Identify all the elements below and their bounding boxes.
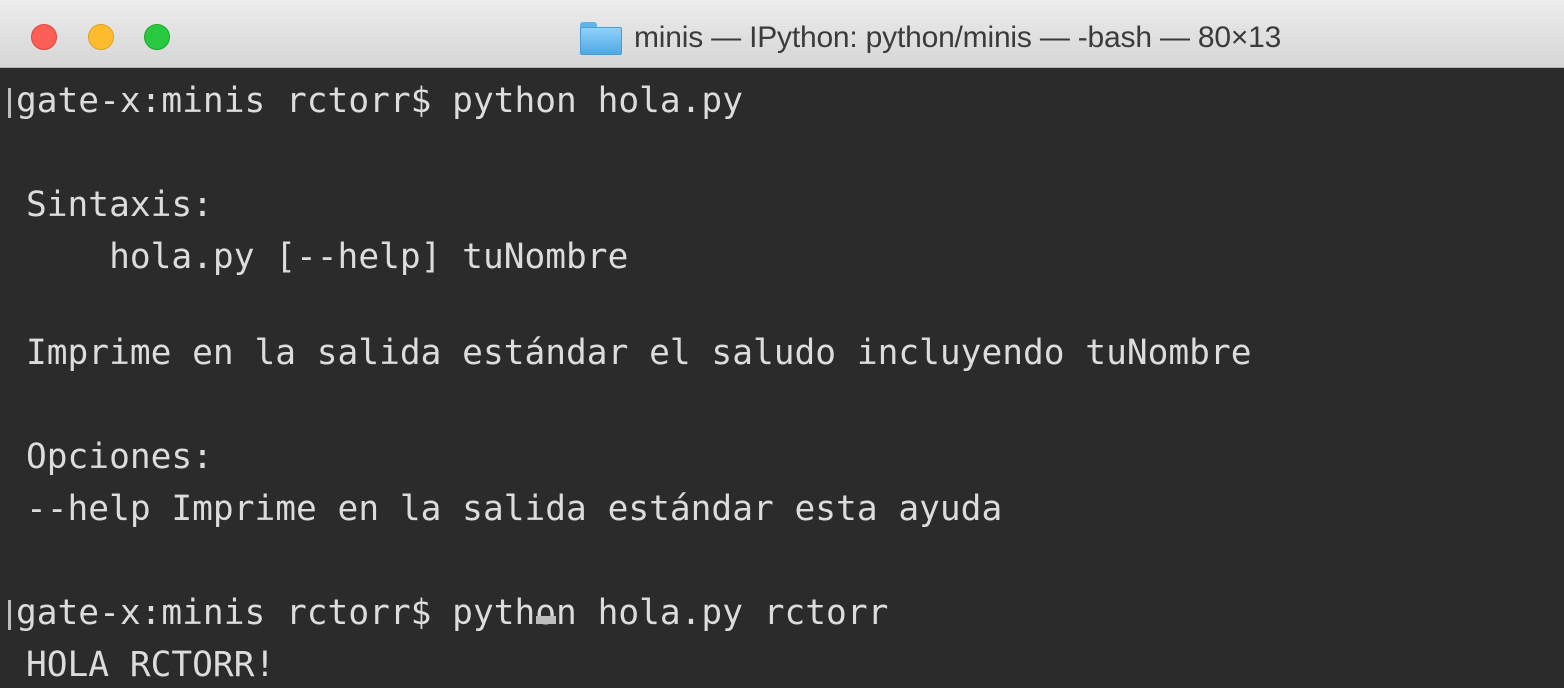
- terminal-line: hola.py [--help] tuNombre: [26, 237, 629, 277]
- minimize-button[interactable]: [88, 24, 114, 50]
- terminal-line: Imprime en la salida estándar el saludo …: [26, 333, 1252, 373]
- folder-icon: [580, 21, 622, 55]
- terminal-line: gate-x:minis rctorr$ python hola.py: [16, 81, 743, 121]
- terminal-line: Opciones:: [26, 437, 213, 477]
- prompt-mark: [8, 88, 11, 118]
- terminal-line: Sintaxis:: [26, 185, 213, 225]
- title-bar[interactable]: minis — IPython: python/minis — -bash — …: [0, 0, 1564, 68]
- text-cursor: [536, 616, 556, 624]
- prompt-mark: [8, 600, 11, 630]
- terminal-line: gate-x:minis rctorr$ python hola.py rcto…: [16, 593, 889, 633]
- terminal-output[interactable]: gate-x:minis rctorr$ python hola.py Sint…: [0, 68, 1564, 688]
- close-button[interactable]: [31, 24, 57, 50]
- terminal-window: minis — IPython: python/minis — -bash — …: [0, 0, 1564, 688]
- zoom-button[interactable]: [144, 24, 170, 50]
- terminal-line: HOLA RCTORR!: [26, 645, 276, 685]
- window-title: minis — IPython: python/minis — -bash — …: [634, 21, 1282, 54]
- terminal-line: --help Imprime en la salida estándar est…: [26, 489, 1003, 529]
- window-title-group: minis — IPython: python/minis — -bash — …: [580, 18, 1281, 58]
